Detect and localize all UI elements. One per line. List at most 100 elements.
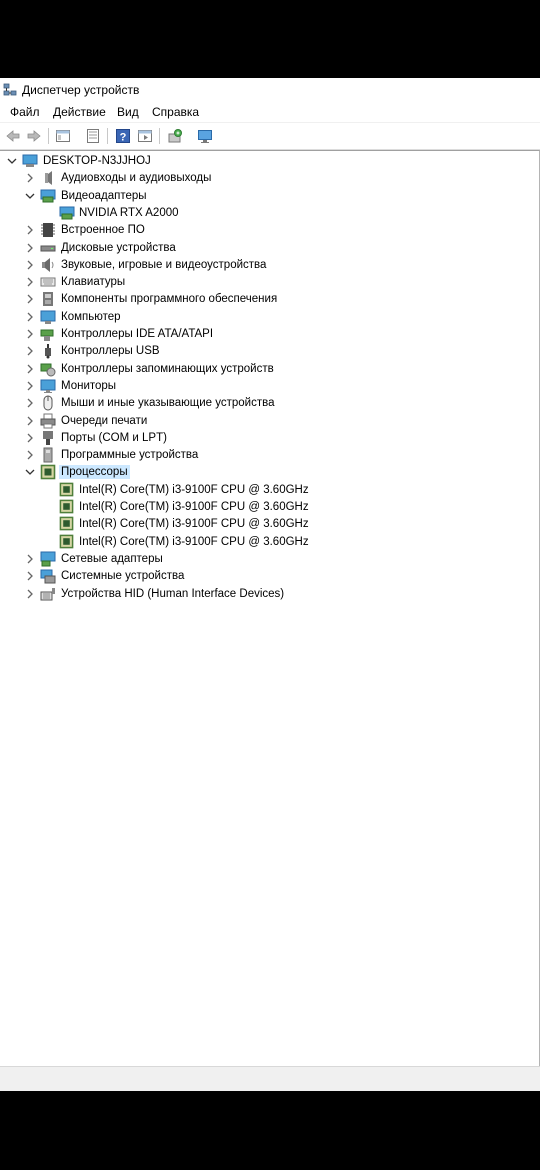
list-view-button[interactable] — [83, 126, 103, 146]
window-title: Диспетчер устройств — [22, 83, 140, 97]
tree-item-label: Контроллеры запоминающих устройств — [61, 362, 274, 375]
hid-icon — [40, 586, 56, 602]
storage-controller-icon — [40, 361, 56, 377]
ide-controller-icon — [40, 326, 56, 342]
menu-view[interactable]: Вид — [117, 105, 139, 119]
chevron-right-icon[interactable] — [23, 448, 37, 462]
chevron-down-icon[interactable] — [5, 154, 19, 168]
tree-item-label: Сетевые адаптеры — [61, 552, 163, 565]
tree-item-label: Intel(R) Core(TM) i3-9100F CPU @ 3.60GHz — [79, 535, 309, 548]
software-component-icon — [40, 291, 56, 307]
tree-item-label: Компьютер — [61, 310, 121, 323]
firmware-icon — [40, 222, 56, 238]
tree-item-label: Видеоадаптеры — [61, 189, 147, 202]
chevron-right-icon[interactable] — [23, 258, 37, 272]
forward-button[interactable] — [24, 126, 44, 146]
device-tree[interactable]: DESKTOP-N3JJHOJ Аудиовходы и аудиовыходы В… — [0, 150, 540, 1066]
tree-item-label: Системные устройства — [61, 570, 185, 583]
chevron-right-icon[interactable] — [23, 310, 37, 324]
chevron-right-icon[interactable] — [23, 379, 37, 393]
tree-item-label: Аудиовходы и аудиовыходы — [61, 172, 212, 185]
chevron-right-icon[interactable] — [23, 223, 37, 237]
usb-icon — [40, 343, 56, 359]
tree-category[interactable]: Контроллеры IDE ATA/ATAPI — [0, 326, 520, 343]
tree-category[interactable]: Контроллеры запоминающих устройств — [0, 361, 520, 378]
tree-item-label: Порты (COM и LPT) — [61, 431, 167, 444]
chevron-right-icon[interactable] — [23, 587, 37, 601]
tree-item-label: DESKTOP-N3JJHOJ — [43, 155, 151, 167]
tree-category[interactable]: Контроллеры USB — [0, 343, 520, 360]
tree-category[interactable]: Компоненты программного обеспечения — [0, 291, 520, 308]
tree-category[interactable]: Мыши и иные указывающие устройства — [0, 395, 520, 412]
computer-icon — [40, 309, 56, 325]
back-icon — [6, 130, 20, 142]
chevron-right-icon[interactable] — [23, 362, 37, 376]
tree-category[interactable]: Сетевые адаптеры — [0, 551, 520, 568]
processor-icon — [59, 516, 75, 532]
console-tree-button[interactable] — [135, 126, 155, 146]
tree-category[interactable]: Процессоры — [0, 464, 520, 481]
tree-item-label: Устройства HID (Human Interface Devices) — [61, 587, 285, 600]
chevron-right-icon[interactable] — [23, 171, 37, 185]
chevron-right-icon[interactable] — [23, 327, 37, 341]
tree-category[interactable]: Программные устройства — [0, 447, 520, 464]
display-adapter-icon — [59, 205, 75, 221]
toolbar-separator — [48, 128, 49, 144]
list-view-icon — [87, 129, 99, 143]
tree-category[interactable]: Мониторы — [0, 378, 520, 395]
menu-help[interactable]: Справка — [152, 105, 199, 119]
tree-item-label: Контроллеры USB — [61, 345, 160, 358]
tree-device[interactable]: Intel(R) Core(TM) i3-9100F CPU @ 3.60GHz — [0, 482, 520, 499]
tree-root-node[interactable]: DESKTOP-N3JJHOJ — [0, 153, 520, 170]
toolbar-separator — [107, 128, 108, 144]
tree-category[interactable]: Клавиатуры — [0, 274, 520, 291]
tree-category[interactable]: Компьютер — [0, 309, 520, 326]
chevron-right-icon[interactable] — [23, 275, 37, 289]
chevron-right-icon[interactable] — [23, 344, 37, 358]
tree-device[interactable]: Intel(R) Core(TM) i3-9100F CPU @ 3.60GHz — [0, 516, 520, 533]
chevron-down-icon[interactable] — [23, 189, 37, 203]
tree-item-label: Компоненты программного обеспечения — [61, 293, 278, 306]
chevron-right-icon[interactable] — [23, 569, 37, 583]
tree-item-label: Intel(R) Core(TM) i3-9100F CPU @ 3.60GHz — [79, 518, 309, 531]
chevron-right-icon[interactable] — [23, 414, 37, 428]
chevron-down-icon[interactable] — [23, 465, 37, 479]
disk-icon — [40, 240, 56, 256]
tree-item-label: Контроллеры IDE ATA/ATAPI — [61, 328, 214, 340]
help-button[interactable]: ? — [113, 126, 133, 146]
device-manager-window: Диспетчер устройств Файл Действие Вид Сп… — [0, 78, 540, 1091]
chevron-right-icon[interactable] — [23, 292, 37, 306]
tree-category[interactable]: Порты (COM и LPT) — [0, 430, 520, 447]
toolbar-separator — [159, 128, 160, 144]
update-driver-button[interactable] — [165, 126, 185, 146]
properties-window-button[interactable] — [53, 126, 73, 146]
monitor-scan-icon — [198, 130, 212, 143]
tree-category[interactable]: Встроенное ПО — [0, 222, 520, 239]
tree-item-label: Очереди печати — [61, 414, 148, 427]
tree-category[interactable]: Дисковые устройства — [0, 240, 520, 257]
tree-device[interactable]: NVIDIA RTX A2000 — [0, 205, 520, 222]
tree-category[interactable]: Аудиовходы и аудиовыходы — [0, 170, 520, 187]
chevron-right-icon[interactable] — [23, 431, 37, 445]
chevron-right-icon[interactable] — [23, 241, 37, 255]
tree-item-label: Мыши и иные указывающие устройства — [61, 397, 275, 410]
tree-device[interactable]: Intel(R) Core(TM) i3-9100F CPU @ 3.60GHz — [0, 499, 520, 516]
printer-icon — [40, 413, 56, 429]
chevron-right-icon[interactable] — [23, 396, 37, 410]
tree-item-label: Дисковые устройства — [61, 241, 176, 254]
scan-hardware-button[interactable] — [195, 126, 215, 146]
tree-category[interactable]: Звуковые, игровые и видеоустройства — [0, 257, 520, 274]
tree-category[interactable]: Очереди печати — [0, 413, 520, 430]
processor-icon — [59, 534, 75, 550]
port-icon — [40, 430, 56, 446]
tree-category[interactable]: Видеоадаптеры — [0, 188, 520, 205]
properties-window-icon — [56, 130, 70, 142]
back-button[interactable] — [3, 126, 23, 146]
tree-category[interactable]: Устройства HID (Human Interface Devices) — [0, 586, 520, 603]
title-bar[interactable]: Диспетчер устройств — [0, 78, 540, 102]
tree-category[interactable]: Системные устройства — [0, 568, 520, 585]
menu-action[interactable]: Действие — [53, 105, 106, 119]
chevron-right-icon[interactable] — [23, 552, 37, 566]
tree-device[interactable]: Intel(R) Core(TM) i3-9100F CPU @ 3.60GHz — [0, 534, 520, 551]
menu-file[interactable]: Файл — [10, 105, 40, 119]
